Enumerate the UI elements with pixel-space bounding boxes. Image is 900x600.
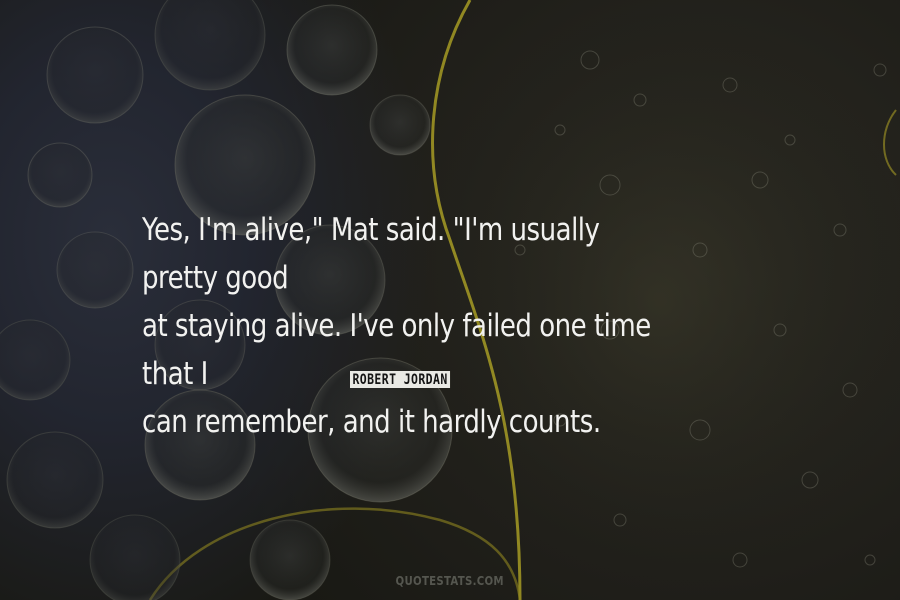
site-name: QUOTESTATS.COM [395, 574, 505, 588]
quote-card: Yes, I'm alive," Mat said. "I'm usually … [0, 0, 900, 600]
quote-line: can remember, and it hardly counts. [142, 404, 601, 440]
site-watermark: QUOTESTATS.COM [0, 574, 900, 588]
author-name: ROBERT JORDAN [350, 371, 451, 388]
quote-line: Yes, I'm alive," Mat said. "I'm usually … [142, 212, 600, 296]
quote-text: Yes, I'm alive," Mat said. "I'm usually … [142, 206, 680, 446]
